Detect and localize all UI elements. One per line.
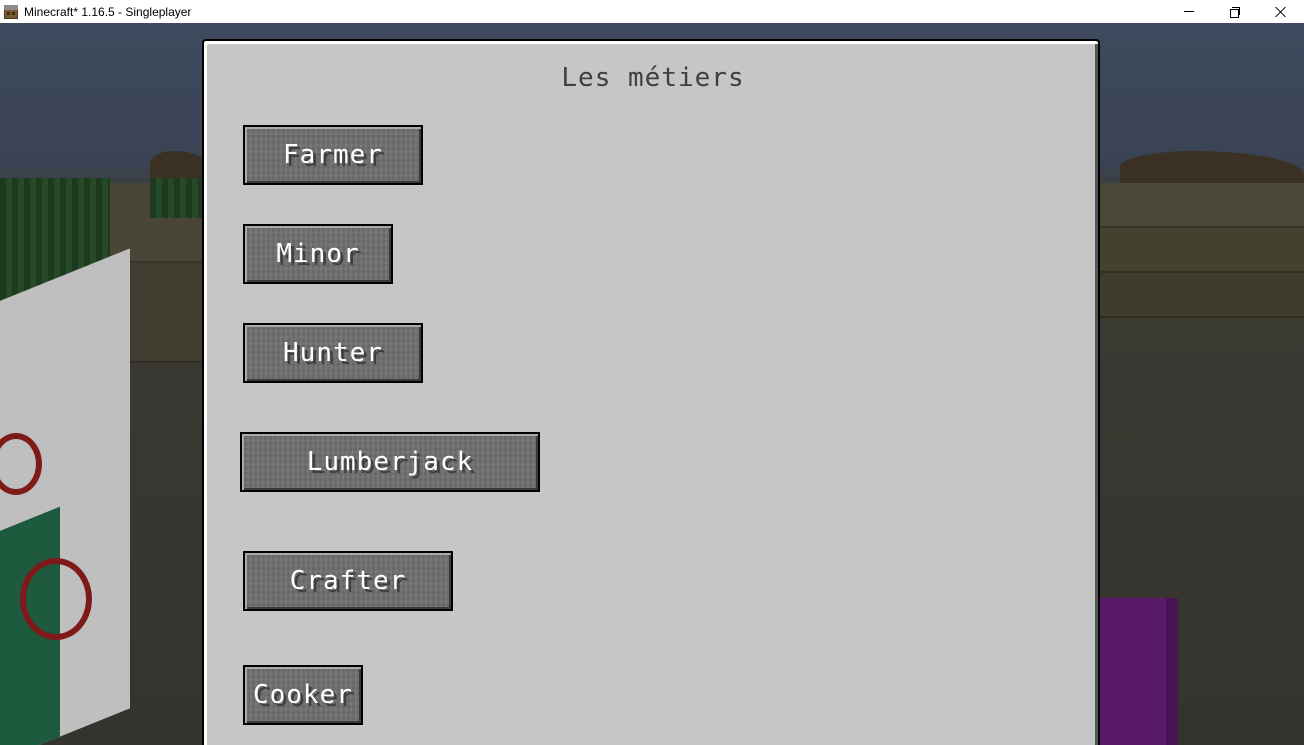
restore-icon [1230,6,1240,18]
purple-block [1098,598,1178,745]
hunter-button-label: Hunter [283,338,383,368]
minor-button[interactable]: Minor [243,224,393,284]
lumberjack-button-label: Lumberjack [306,447,474,477]
sand-terrain [1100,228,1304,273]
farmer-button-label: Farmer [283,140,383,170]
crafter-button[interactable]: Crafter [243,551,453,611]
background-foliage [150,151,210,181]
lumberjack-button[interactable]: Lumberjack [240,432,540,492]
close-icon [1275,6,1287,18]
cactus-block [150,178,202,218]
farmer-button[interactable]: Farmer [243,125,423,185]
sand-terrain [1100,273,1304,318]
banner-pattern [20,558,92,640]
close-button[interactable] [1258,0,1304,23]
crafter-button-label: Crafter [289,566,407,596]
minimize-button[interactable] [1166,0,1212,23]
menu-title: Les métiers [561,63,745,93]
minor-button-label: Minor [276,239,360,269]
hunter-button[interactable]: Hunter [243,323,423,383]
cooker-button-label: Cooker [253,680,353,710]
game-window: Minecraft* 1.16.5 - Singleplayer Les mét… [0,0,1304,745]
minimize-icon [1184,11,1194,12]
cooker-button[interactable]: Cooker [243,665,363,725]
restore-button[interactable] [1212,0,1258,23]
window-title: Minecraft* 1.16.5 - Singleplayer [24,4,192,19]
window-titlebar: Minecraft* 1.16.5 - Singleplayer [0,0,1304,23]
sand-terrain [1100,183,1304,228]
window-controls [1166,0,1304,23]
jobs-menu-panel: Les métiers Farmer Minor Hunter Lumberja… [202,39,1100,745]
minecraft-app-icon [4,4,18,19]
